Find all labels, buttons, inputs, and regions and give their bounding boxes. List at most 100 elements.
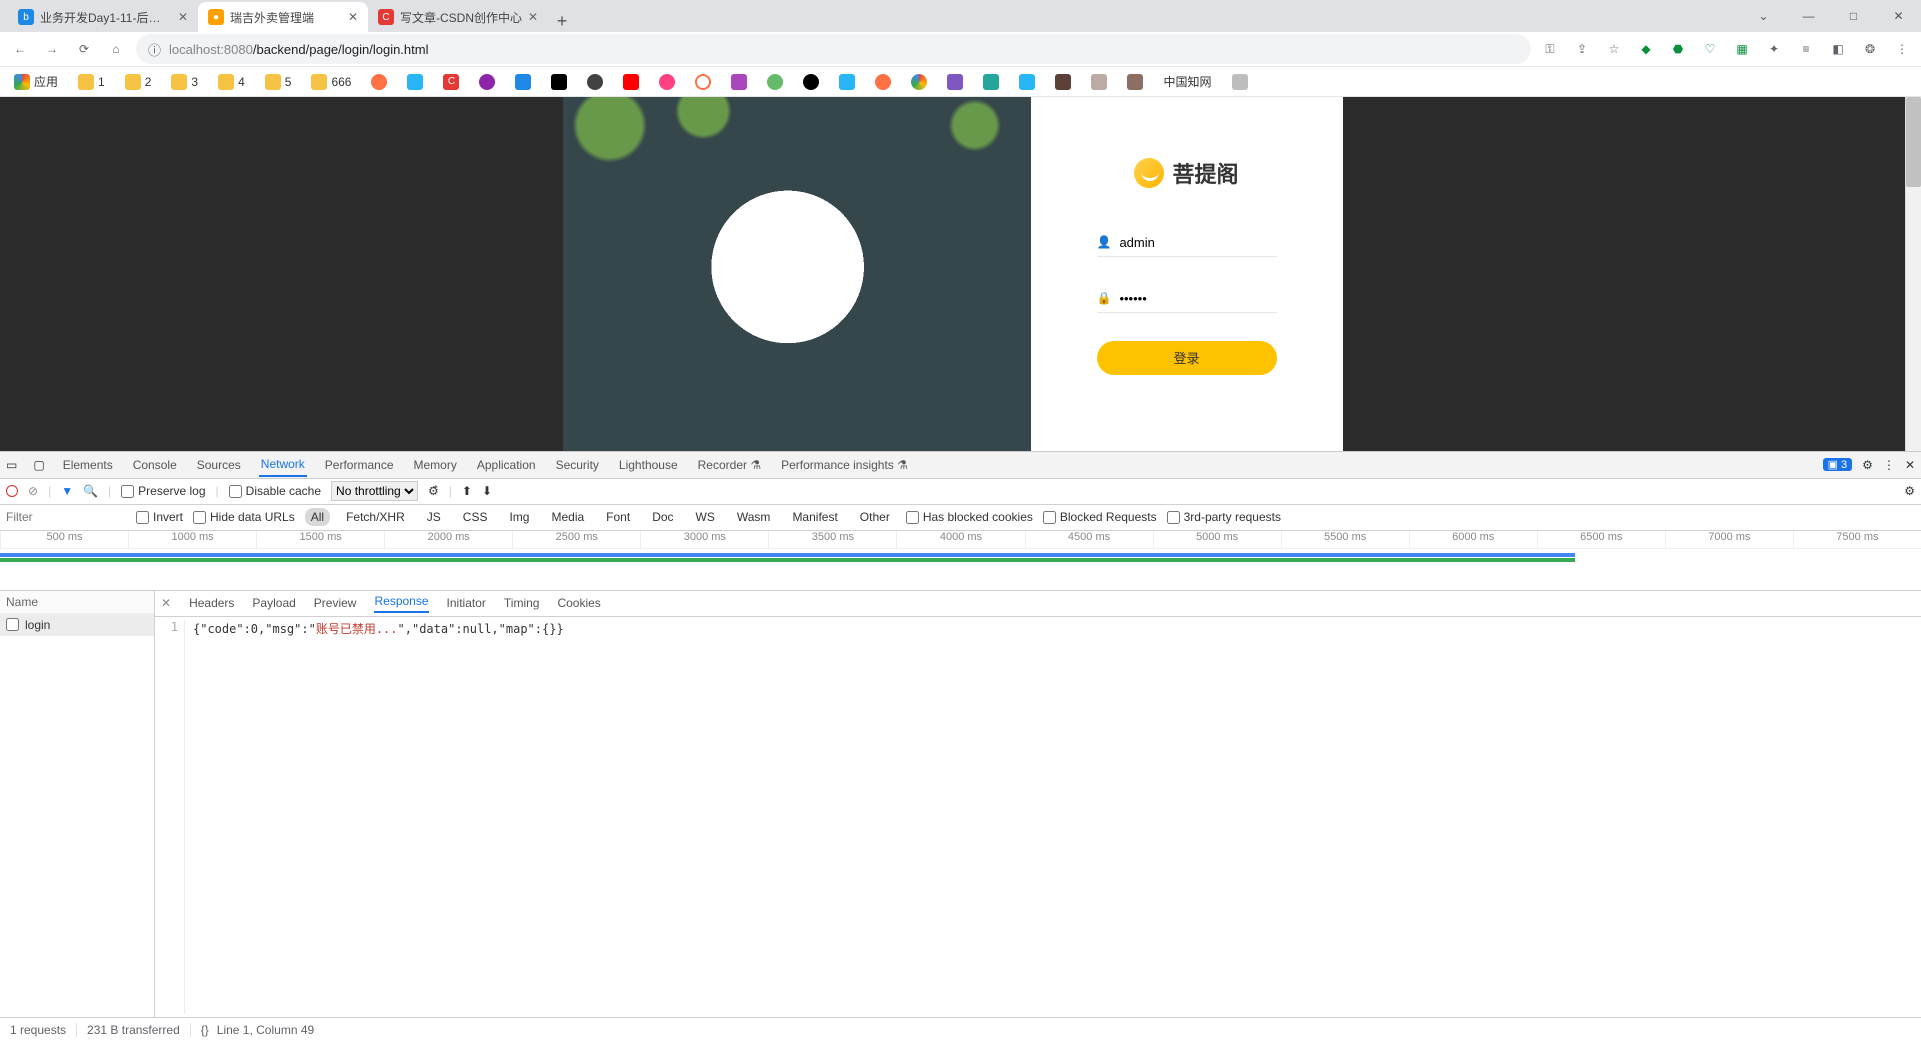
extension-icon[interactable]: ❂ (1859, 42, 1881, 56)
type-filter[interactable]: JS (421, 508, 447, 526)
brackets-icon[interactable]: {} (201, 1023, 209, 1037)
type-filter[interactable]: Font (600, 508, 636, 526)
browser-tab-0[interactable]: b 业务开发Day1-11-后台系统登录 ✕ (8, 2, 198, 32)
bookmark-star-icon[interactable]: ☆ (1603, 42, 1625, 56)
blocked-cookies-checkbox[interactable]: Has blocked cookies (906, 510, 1033, 524)
bookmark-item[interactable] (401, 71, 429, 93)
home-button[interactable]: ⌂ (104, 37, 128, 61)
window-maximize-button[interactable]: □ (1831, 0, 1876, 32)
bookmark-item[interactable] (1013, 71, 1041, 93)
bookmark-item[interactable] (833, 71, 861, 93)
browser-tab-1[interactable]: ● 瑞吉外卖管理端 ✕ (198, 2, 368, 32)
detail-tab-headers[interactable]: Headers (189, 596, 234, 610)
inspect-icon[interactable]: ▭ (6, 458, 17, 472)
type-filter[interactable]: Doc (646, 508, 679, 526)
extension-icon[interactable]: ◧ (1827, 42, 1849, 56)
apps-button[interactable]: 应用 (8, 70, 64, 93)
invert-checkbox[interactable]: Invert (136, 510, 183, 524)
bookmark-item[interactable] (977, 71, 1005, 93)
bookmark-zhiwang[interactable]: 中国知网 (1157, 70, 1217, 93)
hide-data-urls-checkbox[interactable]: Hide data URLs (193, 510, 295, 524)
username-input[interactable] (1119, 235, 1295, 250)
bookmark-item[interactable] (653, 71, 681, 93)
bookmark-folder[interactable]: 3 (165, 71, 204, 93)
bookmark-item[interactable] (761, 71, 789, 93)
issues-badge[interactable]: ▣ 3 (1823, 458, 1853, 471)
blocked-requests-checkbox[interactable]: Blocked Requests (1043, 510, 1157, 524)
record-button[interactable] (6, 485, 18, 497)
site-info-icon[interactable]: ⓘ (148, 40, 161, 59)
clear-button[interactable]: ⊘ (28, 484, 38, 498)
bookmark-item[interactable] (941, 71, 969, 93)
window-minimize-button[interactable]: — (1786, 0, 1831, 32)
network-conditions-icon[interactable]: ⚙̂ (428, 484, 439, 498)
vertical-scrollbar[interactable] (1905, 97, 1921, 451)
bookmark-folder[interactable]: 2 (119, 71, 158, 93)
browser-tab-2[interactable]: C 写文章-CSDN创作中心 ✕ (368, 2, 548, 32)
devtools-tab-elements[interactable]: Elements (61, 454, 115, 476)
type-filter[interactable]: WS (690, 508, 721, 526)
bookmark-item[interactable] (1226, 71, 1254, 93)
preserve-log-checkbox[interactable]: Preserve log (121, 484, 205, 498)
window-close-button[interactable]: ✕ (1876, 0, 1921, 32)
bookmark-folder[interactable]: 666 (305, 71, 357, 93)
bookmark-item[interactable] (905, 71, 933, 93)
extension-icon[interactable]: ▦ (1731, 42, 1753, 56)
devtools-tab-memory[interactable]: Memory (412, 454, 459, 476)
extension-icon[interactable]: ◆ (1635, 42, 1657, 56)
filter-toggle-icon[interactable]: ▼ (61, 484, 73, 498)
devtools-menu-icon[interactable]: ⋮ (1883, 458, 1895, 472)
bookmark-item[interactable] (509, 71, 537, 93)
request-checkbox[interactable] (6, 618, 19, 631)
bookmark-item[interactable]: C (437, 71, 465, 93)
bookmark-item[interactable] (617, 71, 645, 93)
login-button[interactable]: 登录 (1097, 341, 1277, 375)
type-filter[interactable]: Manifest (786, 508, 843, 526)
disable-cache-checkbox[interactable]: Disable cache (229, 484, 321, 498)
close-detail-icon[interactable]: ✕ (161, 596, 171, 610)
scrollbar-thumb[interactable] (1906, 97, 1921, 187)
devtools-tab-application[interactable]: Application (475, 454, 538, 476)
detail-tab-payload[interactable]: Payload (252, 596, 295, 610)
bookmark-folder[interactable]: 5 (259, 71, 298, 93)
extensions-puzzle-icon[interactable]: ✦ (1763, 42, 1785, 56)
address-bar[interactable]: ⓘ localhost:8080/backend/page/login/logi… (136, 34, 1531, 64)
key-icon[interactable]: ⚿ (1539, 42, 1561, 57)
password-field[interactable]: 🔒 (1097, 285, 1277, 313)
devtools-tab-perfinsights[interactable]: Performance insights ⚗ (779, 454, 910, 476)
devtools-tab-performance[interactable]: Performance (323, 454, 396, 476)
devtools-tab-lighthouse[interactable]: Lighthouse (617, 454, 680, 476)
devtools-tab-network[interactable]: Network (259, 453, 307, 477)
filter-input[interactable] (6, 510, 126, 524)
devtools-tab-security[interactable]: Security (554, 454, 601, 476)
bookmark-item[interactable] (689, 71, 717, 93)
bookmark-item[interactable] (725, 71, 753, 93)
detail-tab-initiator[interactable]: Initiator (447, 596, 486, 610)
bookmark-item[interactable] (473, 71, 501, 93)
reload-button[interactable]: ⟳ (72, 37, 96, 61)
detail-tab-timing[interactable]: Timing (504, 596, 540, 610)
bookmark-item[interactable] (869, 71, 897, 93)
share-icon[interactable]: ⇪ (1571, 42, 1593, 56)
devtools-settings-icon[interactable]: ⚙ (1862, 458, 1873, 472)
bookmark-item[interactable] (797, 71, 825, 93)
bookmark-item[interactable] (545, 71, 573, 93)
response-body[interactable]: 1 {"code":0,"msg":"账号已禁用...","data":null… (155, 617, 1921, 1017)
bookmark-folder[interactable]: 1 (72, 71, 111, 93)
chrome-menu-button[interactable]: ⋮ (1891, 42, 1913, 56)
bookmark-item[interactable] (1049, 71, 1077, 93)
export-har-icon[interactable]: ⬇ (482, 484, 492, 498)
bookmark-item[interactable] (581, 71, 609, 93)
search-icon[interactable]: 🔍 (83, 484, 98, 498)
username-field[interactable]: 👤 (1097, 229, 1277, 257)
password-input[interactable] (1119, 291, 1295, 306)
type-filter[interactable]: Wasm (731, 508, 777, 526)
devtools-tab-recorder[interactable]: Recorder ⚗ (696, 454, 763, 476)
type-filter[interactable]: Media (545, 508, 590, 526)
type-filter[interactable]: Other (854, 508, 896, 526)
request-row-login[interactable]: login (0, 614, 154, 636)
devtools-tab-sources[interactable]: Sources (195, 454, 243, 476)
new-tab-button[interactable]: + (548, 11, 576, 32)
forward-button[interactable]: → (40, 37, 64, 61)
reading-list-icon[interactable]: ≡ (1795, 42, 1817, 56)
